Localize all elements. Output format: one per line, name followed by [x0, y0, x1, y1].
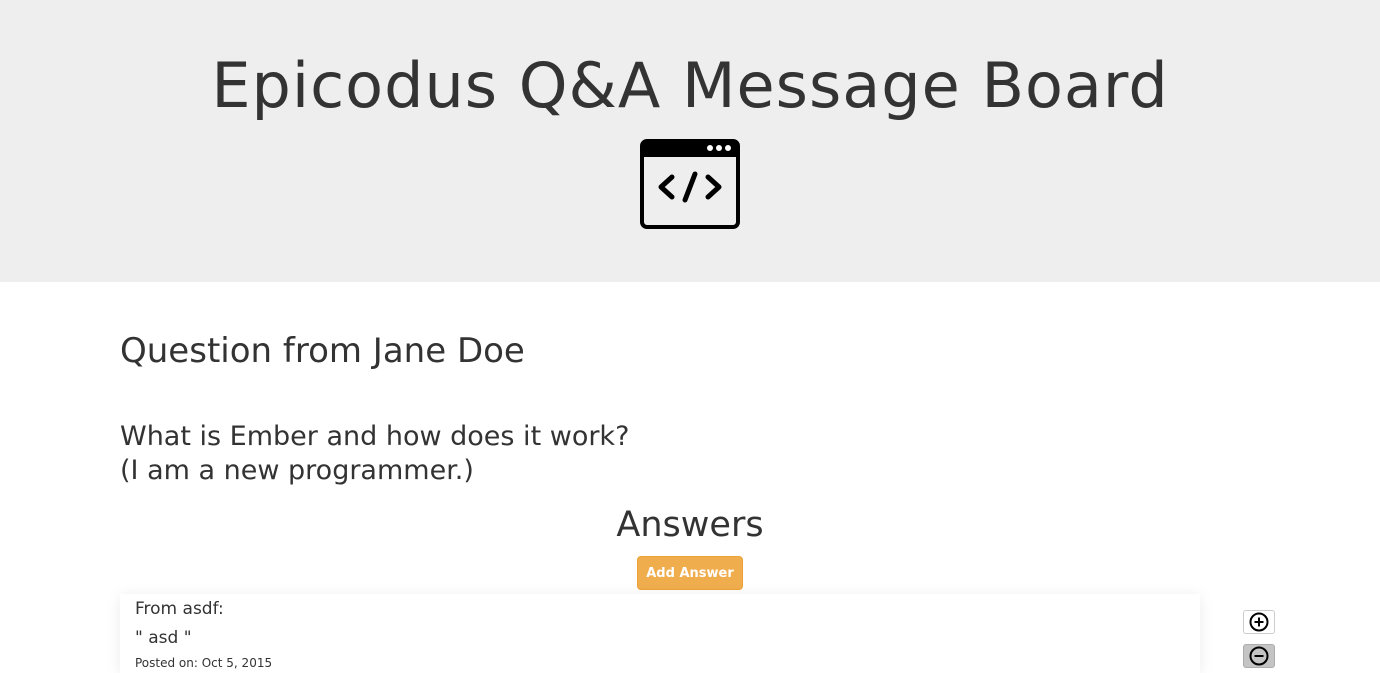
- answers-heading: Answers: [616, 505, 764, 545]
- answer-date: Posted on: Oct 5, 2015: [135, 656, 273, 670]
- question-title: Question from Jane Doe: [120, 331, 525, 371]
- upvote-button[interactable]: [1243, 610, 1275, 634]
- plus-circle-icon: [1249, 612, 1269, 632]
- header-banner: Epicodus Q&A Message Board: [0, 0, 1380, 282]
- question-body-line: (I am a new programmer.): [120, 455, 474, 486]
- minus-circle-icon: [1249, 646, 1269, 666]
- answer-item: From asdf: " asd " Posted on: Oct 5, 201…: [120, 594, 1200, 673]
- answer-author: From asdf:: [135, 599, 224, 619]
- answer-text: " asd ": [135, 628, 192, 648]
- add-answer-button[interactable]: Add Answer: [637, 556, 743, 590]
- question-body: What is Ember and how does it work? (I a…: [120, 420, 629, 488]
- code-window-icon: [640, 139, 740, 229]
- downvote-button[interactable]: [1243, 644, 1275, 668]
- site-title: Epicodus Q&A Message Board: [211, 49, 1169, 122]
- question-body-line: What is Ember and how does it work?: [120, 421, 630, 452]
